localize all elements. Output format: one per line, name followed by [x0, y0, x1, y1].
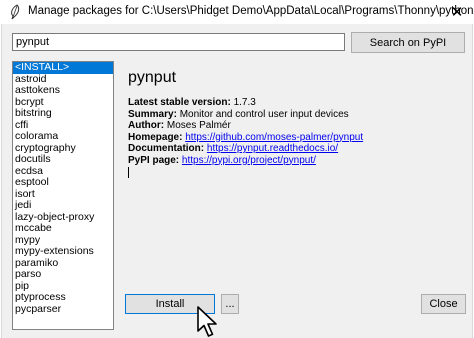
- latest-version-value: 1.7.3: [233, 97, 256, 108]
- documentation-link[interactable]: https://pynput.readthedocs.io/: [207, 143, 338, 154]
- text-caret: [128, 167, 129, 178]
- package-list-item[interactable]: mccabe: [13, 222, 113, 235]
- package-list-item[interactable]: bitstring: [13, 107, 113, 120]
- homepage-label: Homepage:: [128, 131, 183, 143]
- window-title: Manage packages for C:\Users\Phidget Dem…: [28, 5, 474, 17]
- package-list[interactable]: <INSTALL> astroid asttokens bcrypt bitstring…: [12, 61, 114, 330]
- package-list-item[interactable]: asttokens: [13, 84, 113, 97]
- author-label: Author:: [128, 120, 165, 131]
- latest-version-row: Latest stable version: 1.7.3: [128, 97, 363, 109]
- dialog-body: Search on PyPI <INSTALL>astroidasttokens…: [1, 24, 473, 338]
- thonny-feather-icon: [11, 4, 20, 20]
- package-list-item[interactable]: pycparser: [13, 303, 113, 316]
- mouse-pointer-icon: [197, 306, 217, 337]
- summary-row: Summary: Monitor and control user input …: [128, 109, 363, 121]
- package-list-item[interactable]: mypy-extensions: [13, 245, 113, 258]
- close-button[interactable]: Close: [421, 294, 466, 314]
- author-row: Author: Moses Palmér: [128, 120, 363, 132]
- search-input[interactable]: [12, 33, 345, 51]
- package-list-item[interactable]: ptyprocess: [13, 291, 113, 304]
- package-list-item[interactable]: docutils: [13, 153, 113, 166]
- title-bar: Manage packages for C:\Users\Phidget Dem…: [0, 0, 474, 24]
- close-icon: ✕: [450, 4, 464, 21]
- search-on-pypi-button[interactable]: Search on PyPI: [351, 32, 465, 53]
- package-list-item[interactable]: jedi: [13, 199, 113, 212]
- pypi-link[interactable]: https://pypi.org/project/pynput/: [182, 155, 316, 166]
- more-options-button[interactable]: ...: [221, 294, 239, 314]
- package-list-item[interactable]: parso: [13, 268, 113, 281]
- summary-value: Monitor and control user input devices: [179, 108, 349, 120]
- package-title: pynput: [128, 69, 177, 86]
- package-details: pynput Latest stable version: 1.7.3 Summ…: [114, 61, 467, 297]
- package-list-item[interactable]: <INSTALL>: [13, 62, 113, 74]
- package-list-item[interactable]: esptool: [13, 176, 113, 189]
- pypi-row: PyPI page: https://pypi.org/project/pynp…: [128, 155, 363, 167]
- window-close-button[interactable]: ✕: [444, 2, 470, 22]
- homepage-row: Homepage: https://github.com/moses-palme…: [128, 132, 363, 144]
- documentation-label: Documentation:: [128, 143, 205, 154]
- package-list-item[interactable]: colorama: [13, 130, 113, 143]
- package-info: Latest stable version: 1.7.3 Summary: Mo…: [128, 97, 363, 178]
- pypi-label: PyPI page:: [128, 154, 180, 166]
- documentation-row: Documentation: https://pynput.readthedoc…: [128, 143, 363, 155]
- summary-label: Summary:: [128, 108, 177, 120]
- homepage-link[interactable]: https://github.com/moses-palmer/pynput: [185, 132, 363, 143]
- author-value: Moses Palmér: [166, 120, 231, 131]
- latest-version-label: Latest stable version:: [128, 97, 231, 108]
